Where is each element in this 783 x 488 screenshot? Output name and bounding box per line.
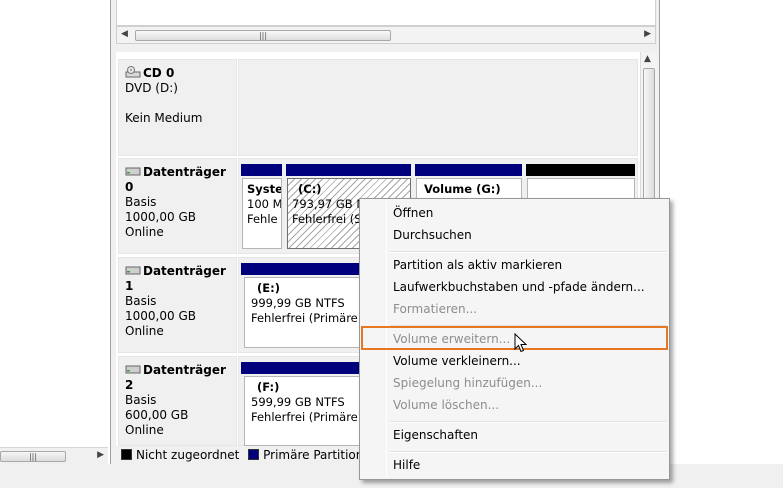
disk-info: 600,00 GB: [125, 408, 189, 422]
disk-label-disk2[interactable]: Datenträger 2 Basis 600,00 GB Online: [118, 356, 237, 446]
legend-swatch-unallocated: [121, 449, 132, 460]
volume-list-horizontal-scrollbar[interactable]: ◀ ||| ▶: [116, 26, 656, 44]
disk-info: 1000,00 GB: [125, 309, 196, 323]
partition-title: (C:): [298, 182, 322, 196]
partition-system[interactable]: Syste 100 M Fehle: [242, 178, 282, 249]
menu-item-help[interactable]: Hilfe: [393, 458, 420, 472]
left-pane: [0, 0, 110, 488]
scrollbar-thumb[interactable]: |||: [0, 451, 66, 462]
legend-swatch-primary: [248, 449, 260, 460]
partition-header-primary: [286, 164, 411, 176]
scroll-right-arrow-icon[interactable]: ▶: [644, 29, 651, 39]
hard-disk-icon: [125, 266, 141, 275]
partition-status: Fehle: [247, 212, 278, 226]
disk-info: 1000,00 GB: [125, 210, 196, 224]
disk-info: Kein Medium: [125, 111, 203, 125]
legend: Nicht zugeordnet Primäre Partition: [116, 446, 366, 464]
scroll-up-arrow-icon[interactable]: ▲: [644, 54, 651, 64]
disk-label-disk1[interactable]: Datenträger 1 Basis 1000,00 GB Online: [118, 257, 237, 353]
partition-header-primary: [415, 164, 522, 176]
menu-item-delete-volume[interactable]: Volume löschen...: [393, 398, 499, 412]
mouse-cursor-icon: [514, 333, 528, 353]
scroll-right-arrow-icon[interactable]: ▶: [97, 450, 104, 460]
disk-info: Basis: [125, 195, 157, 209]
disk-info: [125, 96, 236, 111]
menu-separator: [390, 451, 666, 453]
disk-info: Online: [125, 423, 164, 437]
dvd-drive-icon: [125, 66, 141, 78]
legend-unallocated-label: Nicht zugeordnet: [136, 448, 240, 462]
menu-separator: [390, 421, 666, 423]
volume-list-view[interactable]: [116, 0, 656, 26]
disk-info: Online: [125, 324, 164, 338]
disk-info: Basis: [125, 393, 157, 407]
menu-item-format[interactable]: Formatieren...: [393, 302, 477, 316]
scrollbar-thumb[interactable]: |||: [135, 30, 391, 41]
partition-header-primary: [241, 164, 282, 176]
menu-item-mark-active[interactable]: Partition als aktiv markieren: [393, 258, 562, 272]
disk-label-disk0[interactable]: Datenträger 0 Basis 1000,00 GB Online: [118, 158, 237, 254]
disk-name: CD 0: [143, 66, 175, 80]
disk-body-cd0: [238, 59, 638, 156]
partition-header-unallocated: [526, 164, 635, 176]
partition-size: 100 M: [247, 197, 282, 211]
menu-item-change-drive-letter[interactable]: Laufwerkbuchstaben und -pfade ändern...: [393, 280, 645, 294]
menu-item-properties[interactable]: Eigenschaften: [393, 428, 478, 442]
left-horizontal-scrollbar[interactable]: ||| ▶: [0, 447, 108, 464]
partition-title: Syste: [247, 182, 282, 196]
hard-disk-icon: [125, 365, 141, 374]
disk-info: Online: [125, 225, 164, 239]
partition-title: Volume (G:): [424, 182, 501, 196]
disk-label-cd0[interactable]: CD 0 DVD (D:) Kein Medium: [118, 59, 237, 156]
disk-info: DVD (D:): [125, 81, 178, 95]
hard-disk-icon: [125, 167, 141, 176]
menu-item-add-mirror[interactable]: Spiegelung hinzufügen...: [393, 376, 542, 390]
menu-item-open[interactable]: Öffnen: [393, 206, 433, 220]
menu-item-shrink-volume[interactable]: Volume verkleinern...: [393, 354, 521, 368]
menu-item-explore[interactable]: Durchsuchen: [393, 228, 472, 242]
scroll-left-arrow-icon[interactable]: ◀: [121, 29, 128, 39]
disk-info: Basis: [125, 294, 157, 308]
menu-separator: [390, 251, 666, 253]
legend-primary-label: Primäre Partition: [263, 448, 364, 462]
